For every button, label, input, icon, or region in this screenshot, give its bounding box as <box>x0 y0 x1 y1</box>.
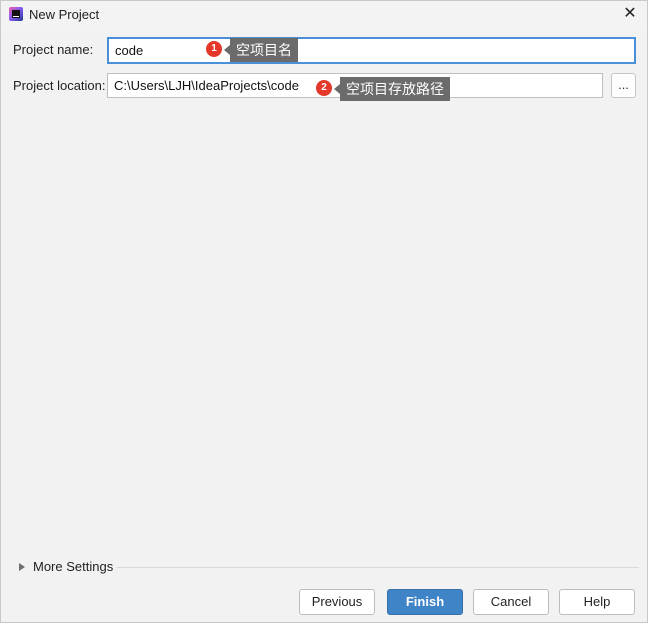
cancel-button[interactable]: Cancel <box>473 589 549 615</box>
window-title: New Project <box>29 7 100 22</box>
more-settings-divider <box>117 567 639 568</box>
annotation-tooltip-2: 空项目存放路径 <box>334 77 450 101</box>
browse-button[interactable]: ... <box>611 73 636 98</box>
more-settings-label: More Settings <box>33 559 114 574</box>
intellij-idea-icon <box>9 7 23 21</box>
previous-button[interactable]: Previous <box>299 589 375 615</box>
project-location-label: Project location: <box>13 78 106 93</box>
help-button[interactable]: Help <box>559 589 635 615</box>
project-location-value: C:\Users\LJH\IdeaProjects\code <box>114 78 299 93</box>
annotation-badge-1: 1 <box>206 41 222 57</box>
expand-triangle-icon <box>19 562 25 571</box>
project-name-value: code <box>115 43 144 58</box>
project-name-label: Project name: <box>13 42 94 57</box>
project-name-input[interactable]: code <box>107 37 636 64</box>
annotation-badge-2: 2 <box>316 80 332 96</box>
title-bar: New Project ✕ <box>1 1 647 29</box>
annotation-tooltip-1: 空项目名 <box>224 38 298 62</box>
more-settings-toggle[interactable]: More Settings <box>19 559 113 574</box>
close-button[interactable]: ✕ <box>619 4 641 24</box>
new-project-dialog: New Project ✕ Project name: code Project… <box>0 0 648 623</box>
finish-button[interactable]: Finish <box>387 589 463 615</box>
